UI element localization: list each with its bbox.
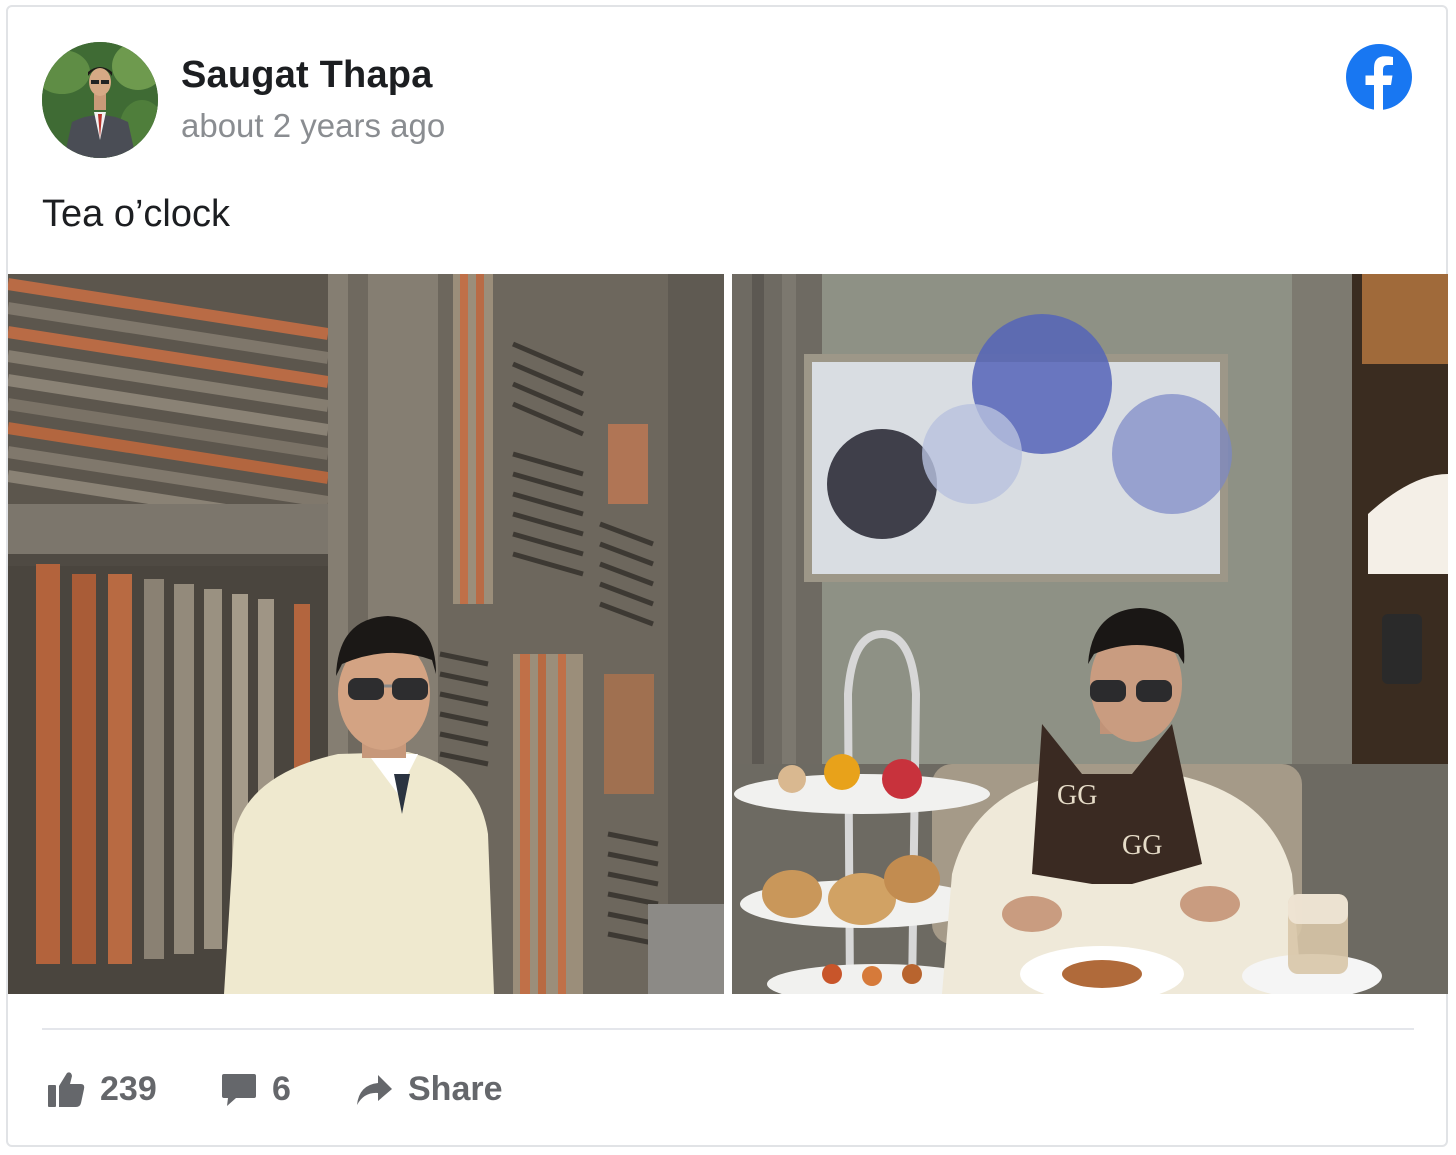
post-photo-1[interactable]	[8, 274, 724, 994]
like-button[interactable]: 239	[46, 1066, 157, 1112]
avatar[interactable]	[42, 42, 158, 158]
facebook-icon[interactable]	[1345, 43, 1413, 111]
share-label: Share	[408, 1069, 503, 1108]
comment-icon	[220, 1070, 258, 1108]
share-button[interactable]: Share	[354, 1066, 503, 1112]
post-photo-2[interactable]: GG GG	[732, 274, 1448, 994]
svg-text:GG: GG	[1057, 780, 1097, 811]
like-count: 239	[100, 1069, 157, 1108]
svg-text:GG: GG	[1122, 830, 1162, 861]
post-text: Tea o’clock	[42, 193, 230, 235]
divider	[42, 1028, 1414, 1030]
comment-count: 6	[272, 1069, 291, 1108]
thumbs-up-icon	[46, 1069, 86, 1109]
author-name[interactable]: Saugat Thapa	[181, 54, 433, 97]
comment-button[interactable]: 6	[220, 1066, 291, 1112]
post-timestamp[interactable]: about 2 years ago	[181, 107, 445, 145]
share-arrow-icon	[354, 1069, 394, 1109]
